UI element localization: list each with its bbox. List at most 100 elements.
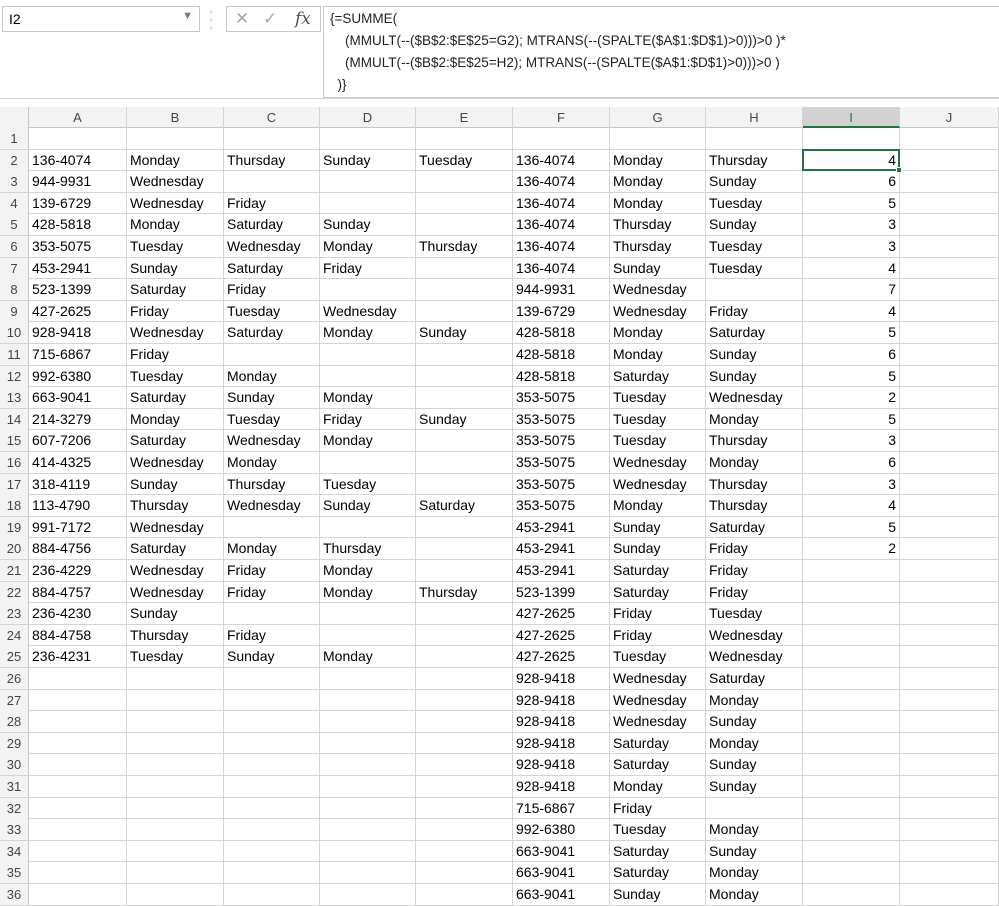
cell-i16[interactable]: 6 [803,452,900,473]
row-header[interactable]: 15 [0,430,29,452]
cell-j34[interactable] [900,840,999,862]
row-header[interactable]: 13 [0,387,29,409]
cell-i29[interactable] [803,732,900,754]
cell-a25[interactable]: 236-4231 [29,646,127,668]
cell-b1[interactable] [127,128,224,149]
cell-j19[interactable] [900,516,999,538]
cell-d15[interactable]: Monday [320,430,416,452]
column-header-c[interactable]: C [224,107,320,128]
cell-i8[interactable]: 7 [803,279,900,301]
cell-j32[interactable] [900,797,999,819]
cell-b4[interactable]: Wednesday [127,192,224,214]
cell-a28[interactable] [29,711,127,733]
cell-j30[interactable] [900,754,999,776]
cell-e25[interactable] [416,646,513,668]
cell-h28[interactable]: Sunday [706,711,803,733]
cell-j23[interactable] [900,603,999,625]
cell-c7[interactable]: Saturday [224,257,320,279]
row-header[interactable]: 30 [0,754,29,776]
cell-c34[interactable] [224,840,320,862]
row-header[interactable]: 25 [0,646,29,668]
cell-f24[interactable]: 427-2625 [513,624,610,646]
cell-f7[interactable]: 136-4074 [513,257,610,279]
cell-f17[interactable]: 353-5075 [513,473,610,495]
cell-h34[interactable]: Sunday [706,840,803,862]
cell-g14[interactable]: Tuesday [610,408,706,430]
cell-f19[interactable]: 453-2941 [513,516,610,538]
cell-h27[interactable]: Monday [706,689,803,711]
row-header[interactable]: 14 [0,408,29,430]
cell-b27[interactable] [127,689,224,711]
cell-f36[interactable]: 663-9041 [513,884,610,905]
cell-j31[interactable] [900,776,999,797]
cell-i21[interactable] [803,560,900,581]
function-icon[interactable]: fx [295,9,311,29]
cell-c6[interactable]: Wednesday [224,236,320,257]
cell-i24[interactable] [803,624,900,646]
row-header[interactable]: 7 [0,257,29,279]
cell-e9[interactable] [416,300,513,322]
column-header-e[interactable]: E [416,107,513,128]
row-header[interactable]: 29 [0,732,29,754]
cell-e18[interactable]: Saturday [416,495,513,517]
cell-f14[interactable]: 353-5075 [513,408,610,430]
cell-f31[interactable]: 928-9418 [513,776,610,797]
cell-g31[interactable]: Monday [610,776,706,797]
cell-g20[interactable]: Sunday [610,538,706,560]
cell-f28[interactable]: 928-9418 [513,711,610,733]
cell-d36[interactable] [320,884,416,905]
cell-c20[interactable]: Monday [224,538,320,560]
name-box[interactable]: I2 ▼ [2,6,200,32]
cell-f5[interactable]: 136-4074 [513,214,610,236]
row-header[interactable]: 31 [0,776,29,797]
cell-f10[interactable]: 428-5818 [513,322,610,344]
cell-d2[interactable]: Sunday [320,149,416,171]
cell-a27[interactable] [29,689,127,711]
row-header[interactable]: 8 [0,279,29,301]
cell-f11[interactable]: 428-5818 [513,344,610,365]
cell-d28[interactable] [320,711,416,733]
cell-c10[interactable]: Saturday [224,322,320,344]
row-header[interactable]: 33 [0,819,29,841]
cell-f15[interactable]: 353-5075 [513,430,610,452]
cell-i30[interactable] [803,754,900,776]
row-header[interactable]: 22 [0,581,29,603]
cell-d24[interactable] [320,624,416,646]
cell-c12[interactable]: Monday [224,365,320,387]
cell-f2[interactable]: 136-4074 [513,149,610,171]
cell-f20[interactable]: 453-2941 [513,538,610,560]
cell-e14[interactable]: Sunday [416,408,513,430]
cell-j24[interactable] [900,624,999,646]
cell-j16[interactable] [900,452,999,473]
column-header-a[interactable]: A [29,107,127,128]
cell-d19[interactable] [320,516,416,538]
spreadsheet-grid[interactable]: ABCDEFGHIJ 1 2 136-4074 Monday Thursday Sunda… [0,107,999,906]
column-header-b[interactable]: B [127,107,224,128]
cell-g26[interactable]: Wednesday [610,668,706,689]
cell-e23[interactable] [416,603,513,625]
cell-e32[interactable] [416,797,513,819]
cell-b32[interactable] [127,797,224,819]
cell-j18[interactable] [900,495,999,517]
cell-c11[interactable] [224,344,320,365]
cell-b28[interactable] [127,711,224,733]
cell-e28[interactable] [416,711,513,733]
cell-b36[interactable] [127,884,224,905]
cell-a24[interactable]: 884-4758 [29,624,127,646]
cell-a12[interactable]: 992-6380 [29,365,127,387]
cell-b29[interactable] [127,732,224,754]
cell-a17[interactable]: 318-4119 [29,473,127,495]
cell-b31[interactable] [127,776,224,797]
row-header[interactable]: 20 [0,538,29,560]
column-header-f[interactable]: F [513,107,610,128]
cell-h6[interactable]: Tuesday [706,236,803,257]
cell-j20[interactable] [900,538,999,560]
cell-b23[interactable]: Sunday [127,603,224,625]
cell-i17[interactable]: 3 [803,473,900,495]
cell-i12[interactable]: 5 [803,365,900,387]
cell-c4[interactable]: Friday [224,192,320,214]
cell-a33[interactable] [29,819,127,841]
cell-f27[interactable]: 928-9418 [513,689,610,711]
cell-b22[interactable]: Wednesday [127,581,224,603]
row-header[interactable]: 12 [0,365,29,387]
